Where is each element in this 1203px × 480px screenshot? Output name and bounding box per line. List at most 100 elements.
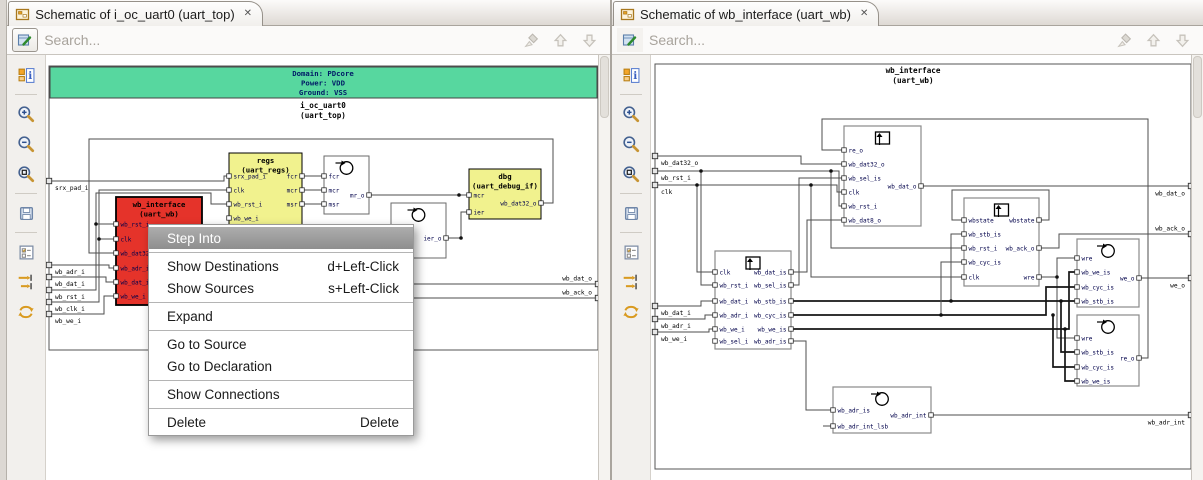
pin-wre[interactable] [1074, 255, 1080, 261]
pin-wb_rst_i[interactable] [712, 282, 718, 288]
port-connector[interactable] [595, 280, 599, 288]
menu-item-show-destinations[interactable]: Show Destinations d+Left-Click [149, 255, 413, 277]
pin-fcr[interactable] [321, 173, 327, 179]
previous-icon[interactable] [552, 32, 569, 49]
pin-wb_dat_i[interactable] [113, 279, 119, 285]
previous-icon[interactable] [1145, 32, 1162, 49]
pin-mcr[interactable] [466, 192, 472, 198]
swap-button[interactable] [12, 299, 40, 325]
port-wb_dat_i[interactable]: wb_dat_i [651, 302, 691, 317]
tab-schematic-uart-top[interactable]: Schematic of i_oc_uart0 (uart_top) ✕ [8, 1, 264, 26]
port-connector[interactable] [1187, 182, 1191, 190]
pin-ier[interactable] [466, 209, 472, 215]
port-connector[interactable] [651, 302, 659, 310]
pin-wb_adr_is[interactable] [830, 407, 836, 413]
pin-wb_rst_i[interactable] [961, 245, 967, 251]
port-connector[interactable] [46, 286, 53, 294]
pin-wb_we_is[interactable] [1074, 378, 1080, 384]
pin-srx_pad_i[interactable] [226, 173, 232, 179]
wire[interactable] [696, 185, 715, 273]
pin-clk[interactable] [841, 189, 847, 195]
next-icon[interactable] [1174, 32, 1191, 49]
port-connector[interactable] [46, 298, 53, 306]
pin-wb_rst_i[interactable] [841, 203, 847, 209]
pin-wb_dat_i[interactable] [712, 298, 718, 304]
pin-wbstate[interactable] [961, 217, 967, 223]
block-wb-dat-o-reg[interactable]: re_o wb_dat32_o wb_sel_isclk wb_rst_i wb_dat… [841, 125, 924, 227]
pin-wb_rst_i[interactable] [226, 201, 232, 207]
pin-mcr[interactable] [321, 187, 327, 193]
pin-wre[interactable] [1036, 274, 1042, 280]
properties-button[interactable]: i [12, 62, 40, 88]
port-wb_ack_o[interactable]: wb_ack_o [1155, 226, 1191, 238]
menu-item-show-connections[interactable]: Show Connections [149, 383, 413, 405]
wire[interactable] [655, 300, 715, 307]
pin-wb_cyc_is[interactable] [1074, 364, 1080, 370]
port-connector[interactable] [651, 328, 659, 336]
pin-wb_ack_o[interactable] [1036, 245, 1042, 251]
port-connector[interactable] [651, 152, 659, 160]
block-wb-adr-int-logic[interactable]: wb_adr_is wb_adr_int_lsbwb_adr_int [830, 386, 934, 434]
wire[interactable] [49, 175, 230, 182]
pin-wb_sel_is[interactable] [788, 282, 794, 288]
options-button[interactable] [617, 239, 645, 265]
wire[interactable] [950, 233, 964, 301]
search-edit-button[interactable] [12, 28, 39, 52]
block-wbstate-reg[interactable]: wbstate wb_stb_is wb_rst_i wb_cyc_isclk wbst… [961, 197, 1042, 287]
pin-wb_adr_is[interactable] [788, 338, 794, 344]
zoom-fit-button[interactable] [12, 161, 40, 187]
wire[interactable] [49, 264, 117, 269]
menu-item-go-to-declaration[interactable]: Go to Declaration [149, 355, 413, 377]
wire[interactable] [791, 340, 833, 411]
port-wb_rst_i[interactable]: wb_rst_i [651, 167, 691, 182]
pin-msr[interactable] [299, 201, 305, 207]
pin-wb_adr_i[interactable] [712, 312, 718, 318]
block-mcr-process[interactable]: fcr mcr msr mr_o [321, 155, 372, 215]
port-wb_dat32_o[interactable]: wb_dat32_o [651, 152, 699, 167]
port-wb_dat_i[interactable]: wb_dat_i [46, 273, 86, 288]
pin-wb_we_i[interactable] [113, 293, 119, 299]
block-we-o-logic[interactable]: wre wb_we_is wb_cyc_is wb_stb_is we_o [1074, 238, 1142, 308]
pin-re_o[interactable] [1136, 355, 1142, 361]
menu-item-go-to-source[interactable]: Go to Source [149, 333, 413, 355]
pin-wb_we_is[interactable] [1074, 269, 1080, 275]
pin-wb_we_i[interactable] [226, 215, 232, 221]
swap-button[interactable] [617, 299, 645, 325]
port-connector[interactable] [1187, 274, 1191, 282]
port-connector[interactable] [46, 310, 53, 318]
port-connector[interactable] [46, 261, 53, 269]
block-dbg[interactable]: dbg(uart_debug_if)mcr ier wb_dat32_o [466, 168, 544, 220]
right-vertical-scrollbar[interactable] [1191, 55, 1203, 480]
port-connector[interactable] [651, 181, 659, 189]
pin-wb_dat_o[interactable] [918, 183, 924, 189]
pin-wb_dat_is[interactable] [788, 269, 794, 275]
port-connector[interactable] [46, 177, 53, 185]
properties-button[interactable]: i [617, 62, 645, 88]
port-wb_adr_int[interactable]: wb_adr_int [1148, 411, 1191, 427]
pin-fcr[interactable] [299, 173, 305, 179]
port-wb_we_i[interactable]: wb_we_i [651, 328, 687, 343]
pin-clk[interactable] [226, 187, 232, 193]
pin-clk[interactable] [961, 274, 967, 280]
next-icon[interactable] [581, 32, 598, 49]
close-icon[interactable]: ✕ [860, 9, 868, 19]
right-canvas[interactable]: wb_interface (uart_wb) re_o wb_dat32_o wb_se… [651, 55, 1191, 480]
trace-button[interactable] [617, 269, 645, 295]
pin-wb_dat8_o[interactable] [841, 217, 847, 223]
port-connector[interactable] [1187, 230, 1191, 238]
pin-wb_stb_is[interactable] [1074, 298, 1080, 304]
zoom-fit-button[interactable] [617, 161, 645, 187]
port-srx_pad_i[interactable]: srx_pad_i [46, 177, 90, 192]
port-connector[interactable] [651, 167, 659, 175]
block-re-o-logic[interactable]: wre wb_stb_is wb_cyc_is wb_we_is re_o [1074, 314, 1142, 387]
menu-item-delete[interactable]: Delete Delete [149, 411, 413, 433]
pin-clk[interactable] [712, 269, 718, 275]
clear-highlights-icon[interactable] [523, 32, 540, 49]
pin-ier_o[interactable] [443, 235, 449, 241]
port-connector[interactable] [1187, 411, 1191, 419]
port-wb_adr_i[interactable]: wb_adr_i [651, 315, 691, 330]
port-we_o[interactable]: we_o [1170, 274, 1191, 290]
port-wb_dat_o[interactable]: wb_dat_o [1155, 182, 1191, 198]
pin-wb_dat32_o[interactable] [113, 250, 119, 256]
port-connector[interactable] [595, 294, 599, 302]
